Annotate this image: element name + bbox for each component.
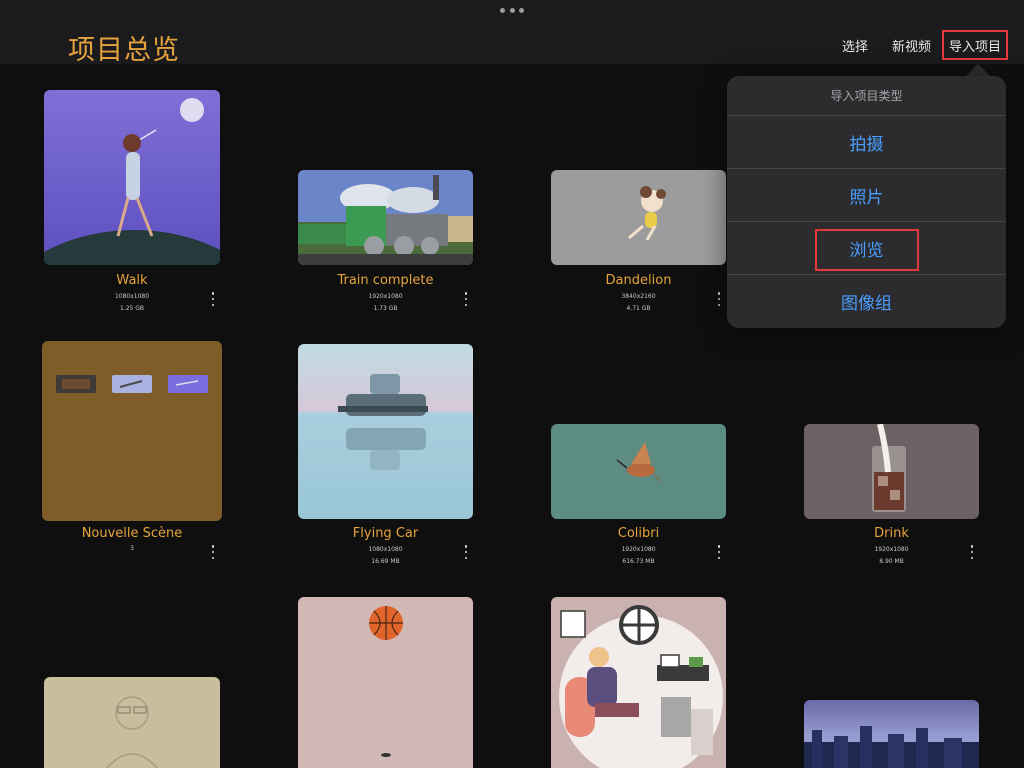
project-resolution: 3840x2160	[621, 293, 656, 300]
walk-thumbnail[interactable]	[44, 90, 220, 265]
import-project-button[interactable]: 导入项目	[942, 30, 1008, 60]
page-title: 项目总览	[68, 35, 180, 66]
app-window: 项目总览 选择 新视频 导入项目 Walk 1080x1080 1.25 GB …	[0, 0, 1024, 768]
project-file-size: 16.69 MB	[371, 558, 400, 565]
more-options-icon[interactable]	[210, 545, 216, 559]
project-resolution: 1080x1080	[368, 546, 403, 553]
project-title: Walk	[116, 273, 148, 288]
project-title: Nouvelle Scène	[81, 526, 183, 541]
project-file-size: 8.90 MB	[879, 558, 904, 565]
more-options-icon[interactable]	[463, 292, 469, 306]
project-file-size: 1.25 GB	[119, 305, 145, 312]
project-title: Flying Car	[352, 526, 419, 541]
import-option-image-sequence[interactable]: 图像组	[727, 275, 1006, 328]
drink-thumbnail[interactable]	[804, 424, 979, 519]
import-type-popover: 导入项目类型 拍摄 照片 浏览 图像组	[727, 76, 1006, 328]
more-options-icon[interactable]	[210, 292, 216, 306]
project-resolution: 1920x1080	[368, 293, 403, 300]
more-options-icon[interactable]	[716, 292, 722, 306]
nouvelle-scene-thumbnail[interactable]	[42, 341, 222, 521]
project-resolution: 1920x1080	[621, 546, 656, 553]
import-option-capture[interactable]: 拍摄	[727, 116, 1006, 169]
new-video-button[interactable]: 新视频	[892, 36, 931, 55]
import-option-browse[interactable]: 浏览	[727, 222, 1006, 275]
project-resolution: 1920x1080	[874, 546, 909, 553]
project-resolution: 1080x1080	[114, 293, 150, 300]
more-options-icon[interactable]	[716, 545, 722, 559]
multitasking-dots-icon[interactable]	[500, 8, 524, 16]
home-office-thumbnail[interactable]	[551, 597, 726, 768]
basketball-thumbnail[interactable]	[298, 597, 473, 768]
city-night-thumbnail[interactable]	[804, 700, 979, 768]
more-options-icon[interactable]	[463, 545, 469, 559]
project-file-size: 1.73 GB	[373, 305, 398, 312]
flying-car-thumbnail[interactable]	[298, 344, 473, 519]
project-title: Drink	[874, 526, 909, 541]
project-title: Colibri	[617, 526, 660, 541]
project-file-size: 616.73 MB	[622, 558, 655, 565]
more-options-icon[interactable]	[969, 545, 975, 559]
sketch-portrait-thumbnail[interactable]	[44, 677, 220, 768]
project-file-size: 4.71 GB	[626, 305, 651, 312]
dandelion-thumbnail[interactable]	[551, 170, 726, 265]
project-frame-count: 3	[130, 545, 134, 552]
train-thumbnail[interactable]	[298, 170, 473, 265]
select-button[interactable]: 选择	[842, 36, 868, 55]
project-title: Train complete	[337, 273, 434, 288]
project-title: Dandelion	[605, 273, 672, 288]
import-option-photos[interactable]: 照片	[727, 169, 1006, 222]
navigation-bar: 项目总览 选择 新视频 导入项目	[0, 0, 1024, 66]
colibri-thumbnail[interactable]	[551, 424, 726, 519]
popover-header: 导入项目类型	[727, 76, 1006, 116]
